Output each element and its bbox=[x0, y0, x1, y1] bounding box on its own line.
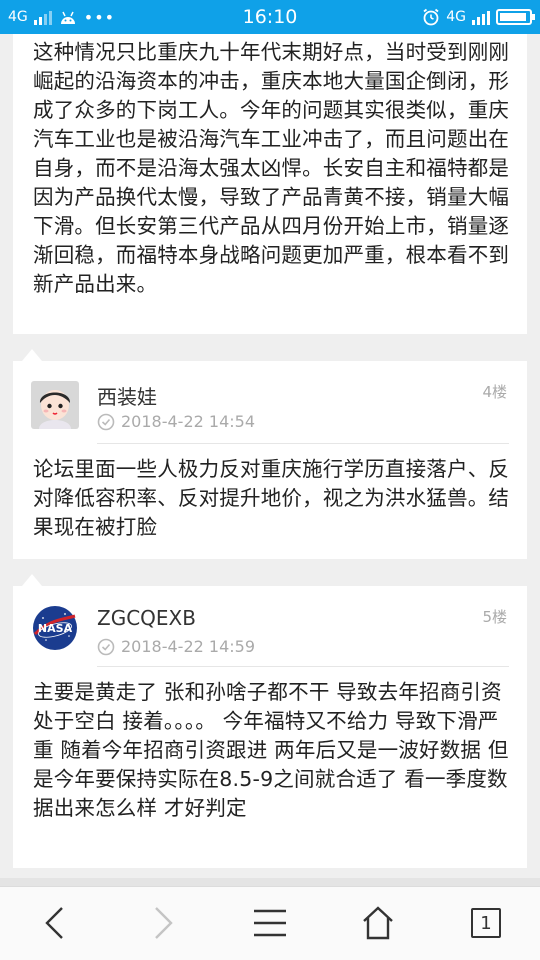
card-notch bbox=[22, 349, 42, 361]
post-card-top: 这种情况只比重庆九十年代末期好点，当时受到刚刚崛起的沿海资本的冲击，重庆本地大量… bbox=[13, 34, 527, 334]
divider bbox=[97, 666, 509, 667]
clock-icon bbox=[97, 638, 115, 655]
post-body: 主要是黄走了 张和孙啥子都不干 导致去年招商引资处于空白 接着。。。。 今年福特… bbox=[33, 680, 509, 820]
back-button[interactable] bbox=[32, 901, 76, 945]
post-time: 2018-4-22 14:59 bbox=[121, 637, 255, 656]
home-icon bbox=[363, 906, 393, 940]
post-username[interactable]: 西装娃 bbox=[97, 381, 157, 410]
post-card: 西装娃 4楼 2018-4-22 14:54 论坛里面一些人极力反对重庆施行学历… bbox=[13, 361, 527, 559]
post-time: 2018-4-22 14:54 bbox=[121, 412, 255, 431]
chevron-left-icon bbox=[45, 907, 63, 939]
tabs-icon: 1 bbox=[471, 908, 501, 938]
battery-icon bbox=[496, 9, 535, 25]
menu-icon bbox=[254, 909, 286, 937]
status-bar: 4G ••• 16:10 4G bbox=[0, 0, 540, 34]
card-notch bbox=[22, 574, 42, 586]
scroll-shadow bbox=[0, 878, 540, 886]
nasa-logo-avatar-icon: NASA bbox=[31, 604, 79, 652]
post-time-row: 2018-4-22 14:59 bbox=[97, 637, 255, 656]
post-time-row: 2018-4-22 14:54 bbox=[97, 412, 255, 431]
post-floor: 4楼 bbox=[482, 383, 507, 401]
status-right: 4G bbox=[422, 0, 535, 34]
home-button[interactable] bbox=[356, 901, 400, 945]
post-body: 论坛里面一些人极力反对重庆施行学历直接落户、反对降低容积率、反对提升地价，视之为… bbox=[33, 457, 510, 539]
post-body: 这种情况只比重庆九十年代末期好点，当时受到刚刚崛起的沿海资本的冲击，重庆本地大量… bbox=[33, 40, 510, 296]
post-card: NASA ZGCQEXB 5楼 2018-4-22 14:59 主要是黄走了 张… bbox=[13, 586, 527, 868]
user-avatar[interactable] bbox=[31, 381, 79, 429]
network-label-right: 4G bbox=[446, 9, 466, 25]
user-avatar[interactable]: NASA bbox=[31, 604, 79, 652]
signal-icon-right bbox=[472, 9, 490, 25]
divider bbox=[97, 443, 509, 444]
clock-icon bbox=[97, 413, 115, 430]
forward-button[interactable] bbox=[142, 901, 186, 945]
bottom-nav-bar: 1 bbox=[0, 886, 540, 960]
tabs-count: 1 bbox=[480, 912, 492, 934]
chevron-right-icon bbox=[155, 907, 173, 939]
cartoon-face-avatar-icon bbox=[31, 381, 79, 429]
alarm-icon bbox=[423, 8, 439, 26]
post-floor: 5楼 bbox=[482, 608, 507, 626]
post-username[interactable]: ZGCQEXB bbox=[97, 606, 196, 630]
menu-button[interactable] bbox=[248, 901, 292, 945]
tabs-button[interactable]: 1 bbox=[464, 901, 508, 945]
